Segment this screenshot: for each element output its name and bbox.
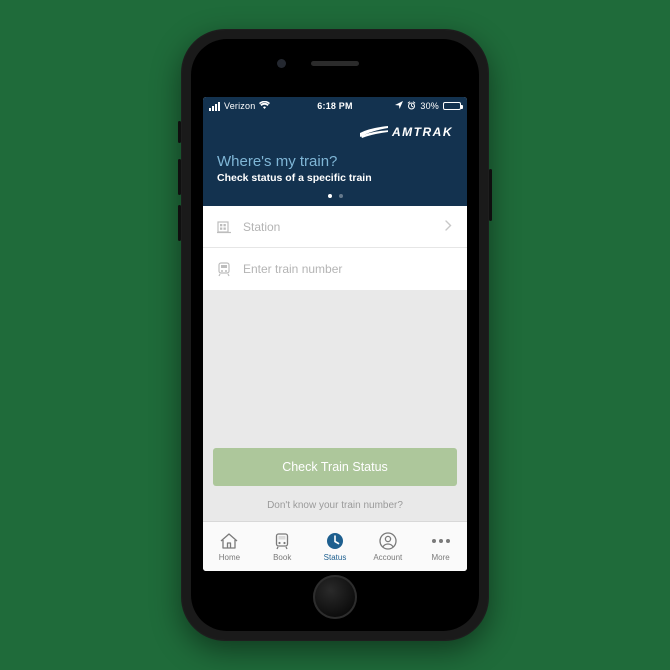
- train-number-row[interactable]: [203, 248, 467, 290]
- hero-subtitle: Check status of a specific train: [217, 172, 453, 184]
- train-number-input[interactable]: [243, 262, 455, 276]
- tab-book-label: Book: [273, 553, 291, 562]
- amtrak-logo-icon: [360, 126, 388, 138]
- tab-bar: Home Book Status: [203, 521, 467, 571]
- chevron-right-icon: [445, 220, 455, 234]
- page-dot-active: [328, 194, 332, 198]
- status-bar: Verizon 6:18 PM 30%: [203, 97, 467, 115]
- train-number-hint[interactable]: Don't know your train number?: [203, 492, 467, 521]
- check-status-button[interactable]: Check Train Status: [213, 448, 457, 486]
- tab-home-label: Home: [219, 553, 240, 562]
- tab-account[interactable]: Account: [361, 522, 414, 571]
- app-header: AMTRAK Where's my train? Check status of…: [203, 115, 467, 206]
- screen: Verizon 6:18 PM 30%: [203, 97, 467, 571]
- alarm-icon: [407, 101, 416, 112]
- mute-switch: [178, 121, 181, 143]
- tab-status[interactable]: Status: [309, 522, 362, 571]
- content-area: [203, 290, 467, 448]
- volume-up-button: [178, 159, 181, 195]
- brand-name: AMTRAK: [392, 125, 453, 139]
- tab-account-label: Account: [373, 553, 402, 562]
- hero-title: Where's my train?: [217, 153, 453, 170]
- tab-home[interactable]: Home: [203, 522, 256, 571]
- location-icon: [395, 101, 403, 111]
- station-icon: [215, 219, 233, 235]
- carrier-label: Verizon: [224, 101, 255, 111]
- cta-area: Check Train Status: [203, 448, 467, 492]
- wifi-icon: [259, 101, 270, 111]
- status-time: 6:18 PM: [317, 101, 352, 111]
- battery-pct: 30%: [420, 101, 439, 111]
- brand: AMTRAK: [217, 125, 453, 139]
- tab-book[interactable]: Book: [256, 522, 309, 571]
- phone-camera: [277, 59, 286, 68]
- train-icon: [215, 261, 233, 277]
- page-dots: [203, 194, 467, 198]
- page-dot: [339, 194, 343, 198]
- tab-more[interactable]: More: [414, 522, 467, 571]
- book-icon: [273, 531, 291, 551]
- station-label: Station: [243, 220, 435, 234]
- home-icon: [219, 531, 239, 551]
- form-panel: Station: [203, 206, 467, 290]
- volume-down-button: [178, 205, 181, 241]
- tab-status-label: Status: [324, 553, 347, 562]
- status-icon: [325, 531, 345, 551]
- phone-speaker: [311, 61, 359, 66]
- phone-frame: Verizon 6:18 PM 30%: [181, 29, 489, 641]
- home-button[interactable]: [313, 575, 357, 619]
- station-row[interactable]: Station: [203, 206, 467, 248]
- signal-icon: [209, 102, 220, 111]
- tab-more-label: More: [431, 553, 449, 562]
- more-icon: [432, 531, 450, 551]
- battery-icon: [443, 102, 461, 110]
- account-icon: [378, 531, 398, 551]
- power-button: [489, 169, 492, 221]
